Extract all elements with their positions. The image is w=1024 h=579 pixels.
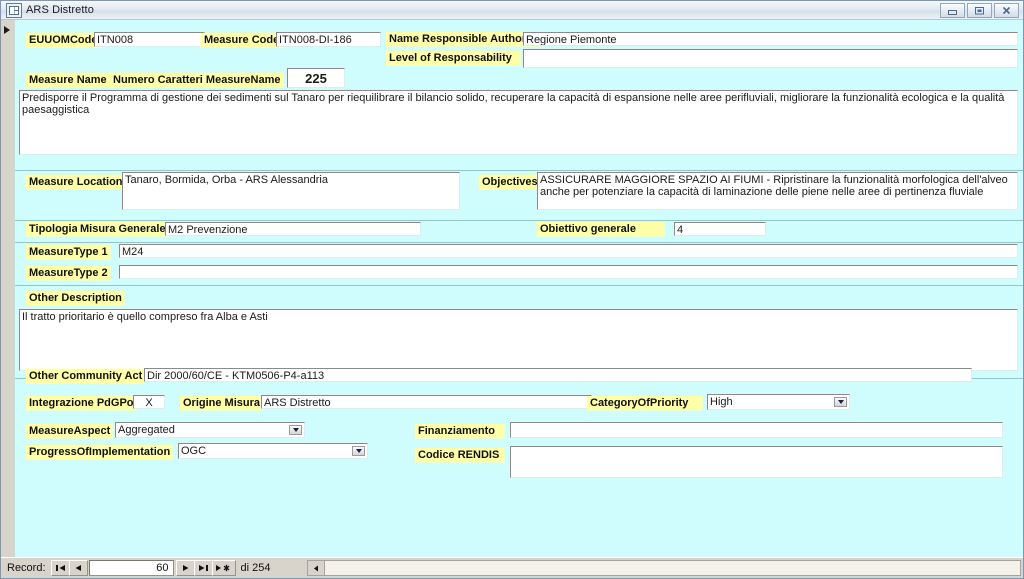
measuretype-1-label: MeasureType 1 <box>26 245 111 260</box>
objectives-field[interactable]: ASSICURARE MAGGIORE SPAZIO AI FIUMI - Ri… <box>537 172 1018 210</box>
chevron-down-icon[interactable] <box>352 446 365 456</box>
finanziamento-field[interactable] <box>510 422 1003 438</box>
measuretype-1-field[interactable]: M24 <box>119 244 1018 258</box>
integrazione-pdgpo-field[interactable]: X <box>133 395 165 409</box>
obiettivo-generale-label: Obiettivo generale <box>537 222 665 237</box>
section-divider-4 <box>15 285 1023 286</box>
measure-name-label: Measure Name <box>26 73 110 88</box>
section-divider-1 <box>15 170 1023 171</box>
finanziamento-label: Finanziamento <box>415 424 505 439</box>
record-navigation-bar: Record: 60 di 254 <box>1 557 1023 578</box>
horizontal-scrollbar[interactable] <box>307 560 1021 576</box>
numero-caratteri-field[interactable]: 225 <box>287 68 345 88</box>
measure-code-label: Measure Code <box>201 33 283 48</box>
tipologia-label: Tipologia <box>26 222 81 237</box>
record-selector-bar[interactable] <box>1 20 16 557</box>
origine-misura-label: Origine Misura <box>180 396 264 411</box>
misura-generale-label: Misura Generale <box>77 222 169 237</box>
current-record-input[interactable]: 60 <box>88 560 174 576</box>
tipologia-misura-generale-field[interactable]: M2 Prevenzione <box>165 222 421 236</box>
level-of-responsability-field[interactable] <box>523 49 1018 68</box>
restore-button[interactable] <box>967 2 992 18</box>
record-label: Record: <box>7 562 46 574</box>
chevron-down-icon[interactable] <box>289 425 302 435</box>
last-record-button[interactable] <box>193 560 213 576</box>
chevron-down-icon[interactable] <box>834 397 847 407</box>
integrazione-pdgpo-label: Integrazione PdGPo <box>26 396 137 411</box>
access-form-icon <box>6 2 22 18</box>
minimize-button[interactable] <box>940 2 965 18</box>
scroll-track[interactable] <box>325 561 1020 575</box>
section-divider-3 <box>15 242 1023 243</box>
progress-of-implementation-value: OGC <box>181 445 207 457</box>
previous-record-button[interactable] <box>68 560 88 576</box>
name-responsible-authority-field[interactable]: Regione Piemonte <box>523 32 1018 46</box>
new-record-button[interactable] <box>211 560 236 576</box>
progress-of-implementation-combo[interactable]: OGC <box>178 443 368 459</box>
other-community-act-label: Other Community Act <box>26 369 146 384</box>
measure-name-field[interactable]: Predisporre il Programma di gestione dei… <box>19 90 1018 155</box>
form-detail-section: EUUOMCode ITN008 Measure Code ITN008-DI-… <box>1 20 1023 557</box>
other-description-label: Other Description <box>26 291 125 306</box>
measure-location-field[interactable]: Tanaro, Bormida, Orba - ARS Alessandria <box>122 172 460 210</box>
title-bar: ARS Distretto <box>1 1 1023 20</box>
record-selector-arrow <box>4 26 10 34</box>
access-form-window: ARS Distretto EUUOMCode ITN008 Measure C… <box>0 0 1024 579</box>
close-button[interactable] <box>994 2 1019 18</box>
measuretype-2-field[interactable] <box>119 265 1018 279</box>
next-record-button[interactable] <box>175 560 195 576</box>
category-of-priority-label: CategoryOfPriority <box>587 396 703 411</box>
window-title: ARS Distretto <box>26 4 94 16</box>
name-responsible-authority-label: Name Responsible Authority <box>386 32 542 47</box>
euuomcode-label: EUUOMCode <box>26 33 101 48</box>
category-of-priority-value: High <box>710 396 733 408</box>
record-count-label: di 254 <box>240 562 271 574</box>
codice-rendis-label: Codice RENDIS <box>415 448 505 463</box>
measure-aspect-combo[interactable]: Aggregated <box>115 422 305 438</box>
obiettivo-generale-field[interactable]: 4 <box>674 222 766 236</box>
window-controls <box>940 2 1019 18</box>
measure-aspect-value: Aggregated <box>118 424 175 436</box>
numero-caratteri-label: Numero Caratteri MeasureName <box>110 73 284 88</box>
measure-aspect-label: MeasureAspect <box>26 424 114 439</box>
progress-of-implementation-label: ProgressOfImplementation <box>26 445 174 460</box>
measure-code-field[interactable]: ITN008-DI-186 <box>276 32 381 47</box>
first-record-button[interactable] <box>50 560 70 576</box>
measuretype-2-label: MeasureType 2 <box>26 266 111 281</box>
codice-rendis-field[interactable] <box>510 446 1003 478</box>
section-divider-2 <box>15 220 1023 221</box>
form-canvas: EUUOMCode ITN008 Measure Code ITN008-DI-… <box>15 20 1023 557</box>
scroll-left-button[interactable] <box>308 561 325 575</box>
origine-misura-field[interactable]: ARS Distretto <box>261 395 592 409</box>
other-description-field[interactable]: Il tratto prioritario è quello compreso … <box>19 309 1018 371</box>
measure-location-label: Measure Location <box>26 175 126 190</box>
objectives-label: Objectives <box>479 175 541 190</box>
other-community-act-field[interactable]: Dir 2000/60/CE - KTM0506-P4-a113 <box>144 368 972 382</box>
level-of-responsability-label: Level of Responsability <box>386 51 521 66</box>
euuomcode-field[interactable]: ITN008 <box>94 32 205 47</box>
category-of-priority-combo[interactable]: High <box>707 394 850 410</box>
